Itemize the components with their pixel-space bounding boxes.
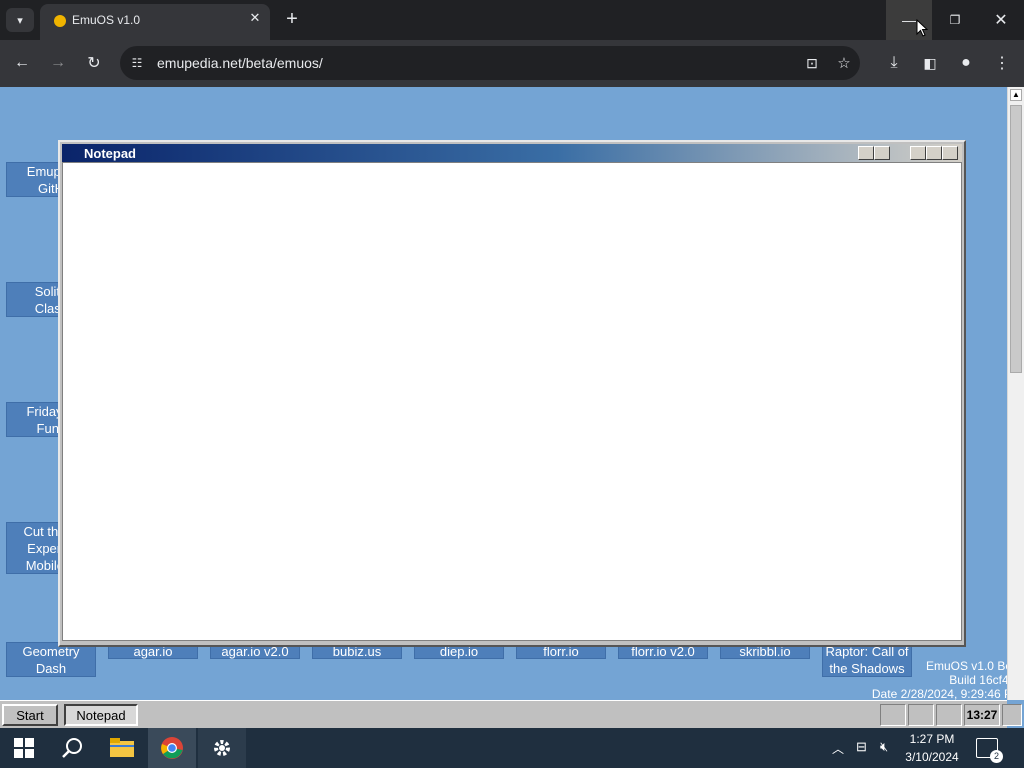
notepad-close-button[interactable] — [942, 146, 958, 160]
tray-slot[interactable] — [1002, 704, 1022, 726]
notepad-text-area[interactable] — [62, 162, 962, 641]
build-hash: Build 16cf474 — [949, 673, 1022, 687]
browser-toolbar: ← → ↻ ☷ emupedia.net/beta/emuos/ ⊡ ☆ ⤓ ◧… — [0, 40, 1024, 87]
emuos-task-notepad[interactable]: Notepad — [64, 704, 138, 726]
emuos-favicon-icon — [54, 15, 66, 27]
emuos-start-button[interactable]: Start — [2, 704, 58, 726]
emuos-desktop: Emuped GitH Solita Class Friday N Funk C… — [0, 87, 1024, 728]
emuos-tray: 13:27 — [880, 704, 1022, 726]
emuos-taskbar: Start Notepad 13:27 — [0, 700, 1022, 728]
clock-time: 1:27 PM — [909, 732, 955, 746]
notepad-title: Notepad — [84, 146, 136, 161]
new-tab-button[interactable]: + — [282, 8, 302, 30]
windows-start-icon[interactable] — [0, 728, 48, 768]
notepad-extra-button[interactable] — [874, 146, 890, 160]
emuos-build-info: EmuOS v1.0 Beta Build 16cf474 Date 2/28/… — [872, 659, 1022, 701]
build-date: Date 2/28/2024, 9:29:46 PM — [871, 687, 1022, 701]
notification-center-icon[interactable]: 2 — [976, 738, 1003, 763]
notepad-titlebar[interactable]: Notepad — [62, 144, 962, 162]
network-icon[interactable]: ⊟ — [856, 739, 867, 755]
site-info-icon[interactable]: ☷ — [128, 54, 146, 72]
back-arrow-icon[interactable]: ← — [10, 51, 34, 75]
window-restore-button[interactable]: ❐ — [932, 0, 978, 40]
tab-title: EmuOS v1.0 — [72, 13, 141, 27]
windows-taskbar: ︿ ⊟ 🔇︎ 1:27 PM 3/10/2024 2 — [0, 728, 1024, 768]
tab-close-button[interactable]: ✕ — [246, 10, 264, 26]
notepad-minimize-button[interactable] — [910, 146, 926, 160]
notepad-help-button[interactable] — [858, 146, 874, 160]
downloads-icon[interactable]: ⤓ — [882, 51, 906, 75]
notepad-maximize-button[interactable] — [926, 146, 942, 160]
build-version: EmuOS v1.0 Beta — [925, 659, 1022, 673]
chevron-up-icon[interactable]: ︿ — [832, 740, 844, 757]
forward-arrow-icon[interactable]: → — [46, 51, 70, 75]
search-icon[interactable] — [48, 728, 96, 768]
system-clock[interactable]: 1:27 PM 3/10/2024 — [896, 730, 968, 766]
emuos-clock: 13:27 — [964, 704, 1000, 726]
bookmark-star-icon[interactable]: ☆ — [832, 51, 856, 75]
page-scrollbar[interactable]: ▲ — [1007, 87, 1024, 700]
profile-avatar-icon[interactable]: ● — [954, 51, 978, 75]
volume-muted-icon[interactable]: 🔇︎ — [880, 739, 888, 755]
tray-slot[interactable] — [936, 704, 962, 726]
address-bar[interactable]: ☷ emupedia.net/beta/emuos/ ⊡ ☆ — [120, 46, 860, 80]
browser-menu-icon[interactable]: ⋮ — [990, 51, 1014, 75]
tab-strip: ▾ EmuOS v1.0 ✕ + — ❐ ✕ — [0, 0, 1024, 40]
notepad-window[interactable]: Notepad — [58, 140, 966, 647]
window-close-button[interactable]: ✕ — [978, 0, 1024, 40]
scroll-thumb[interactable] — [1010, 105, 1022, 373]
side-panel-icon[interactable]: ◧ — [918, 51, 942, 75]
notification-count-badge: 2 — [990, 750, 1003, 763]
url-text[interactable]: emupedia.net/beta/emuos/ — [157, 55, 323, 71]
desktop-icon-geometry-dash[interactable]: Geometry Dash — [6, 642, 96, 677]
chrome-icon[interactable] — [148, 728, 196, 768]
mouse-cursor-icon — [916, 19, 928, 37]
scroll-up-arrow-icon[interactable]: ▲ — [1010, 89, 1022, 101]
tab-search-button[interactable]: ▾ — [6, 8, 34, 32]
reload-icon[interactable]: ↻ — [82, 51, 106, 75]
clock-date: 3/10/2024 — [905, 750, 959, 764]
tray-slot[interactable] — [908, 704, 934, 726]
browser-tab[interactable]: EmuOS v1.0 ✕ — [40, 4, 270, 40]
file-explorer-icon[interactable] — [98, 728, 146, 768]
settings-gear-icon[interactable] — [198, 728, 246, 768]
tray-slot[interactable] — [880, 704, 906, 726]
install-app-icon[interactable]: ⊡ — [800, 51, 824, 75]
